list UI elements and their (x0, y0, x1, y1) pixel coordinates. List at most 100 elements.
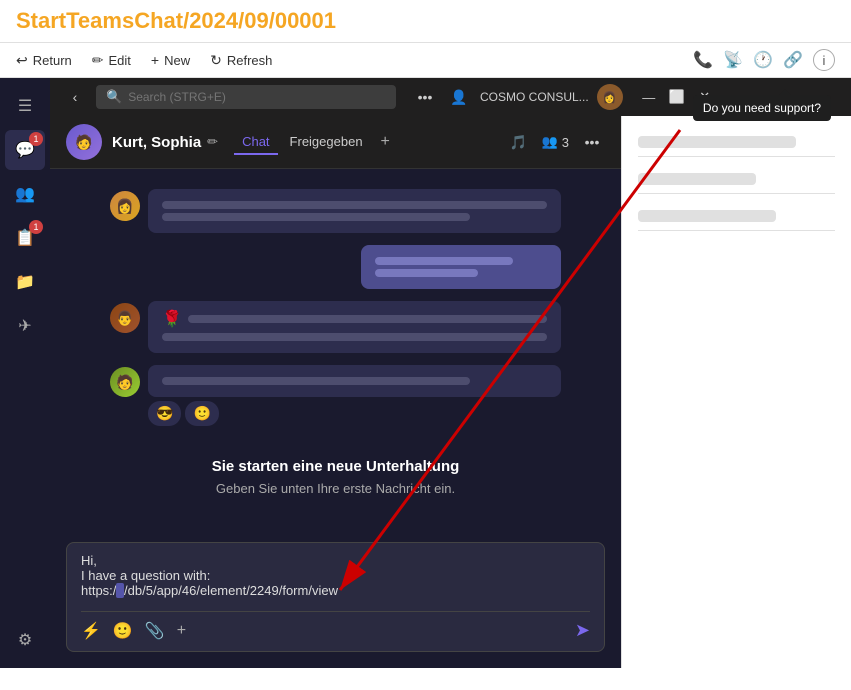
msg-line (188, 315, 547, 323)
search-input[interactable] (128, 90, 386, 104)
sidebar-item-hamburger[interactable]: ☰ (5, 86, 45, 126)
chat-container: 🧑 Kurt, Sophia ✏ Chat Freigegeben + 🎵 👥 (50, 116, 851, 668)
messages-area[interactable]: 👩 (50, 169, 621, 542)
right-field-1-value (638, 136, 796, 148)
sidebar-item-team[interactable]: 👥 (5, 174, 45, 214)
right-field-3 (638, 206, 835, 231)
new-conv-title: Sie starten eine neue Unterhaltung (212, 458, 460, 475)
reaction-row: 😎 🙂 (148, 401, 561, 426)
refresh-button[interactable]: ↻ Refresh (210, 52, 272, 69)
tab-chat[interactable]: Chat (234, 130, 277, 155)
right-panel (621, 116, 851, 668)
refresh-icon: ↻ (210, 52, 222, 69)
return-button[interactable]: ↩ Return (16, 52, 72, 69)
sidebar-item-tasks[interactable]: 1 📋 (5, 218, 45, 258)
msg-bubble-4 (148, 365, 561, 397)
sidebar-item-chat[interactable]: 1 💬 (5, 130, 45, 170)
emoji-sunglasses: 😎 (148, 401, 181, 426)
right-field-1 (638, 132, 835, 157)
chat-header-right: 🎵 👥 3 ••• (506, 129, 605, 155)
chat-header: 🧑 Kurt, Sophia ✏ Chat Freigegeben + 🎵 👥 (50, 116, 621, 169)
support-tooltip: Do you need support? (693, 95, 831, 121)
tab-freigegeben[interactable]: Freigegeben (282, 130, 371, 155)
emoji-button[interactable]: 🙂 (113, 621, 133, 641)
chat-main: 🧑 Kurt, Sophia ✏ Chat Freigegeben + 🎵 👥 (50, 116, 621, 668)
info-icon-button[interactable]: i (813, 49, 835, 71)
page-title: StartTeamsChat/2024/09/00001 (16, 8, 835, 34)
main-layout: ☰ 1 💬 👥 1 📋 📁 ✈ ⚙ (0, 78, 851, 668)
teams-area: ‹ 🔍 ••• 👤 COSMO CONSUL... 👩 — ⬜ ✕ (50, 78, 851, 668)
message-4: 🧑 😎 🙂 (110, 365, 561, 426)
link-icon-button[interactable]: 🔗 (783, 50, 803, 70)
chat-edit-icon[interactable]: ✏ (207, 134, 218, 150)
message-input-area[interactable]: Hi, I have a question with: https:/ /db/… (66, 542, 605, 652)
more-chat-options[interactable]: ••• (579, 129, 605, 155)
search-box[interactable]: 🔍 (96, 85, 396, 109)
msg-avatar-1: 👩 (110, 191, 140, 221)
attachment-button[interactable]: 📎 (145, 621, 165, 641)
new-icon: + (151, 52, 159, 68)
phone-icon-button[interactable]: 📞 (693, 50, 713, 70)
restore-button[interactable]: ⬜ (667, 87, 687, 107)
message-line-2: I have a question with: (81, 568, 590, 583)
toolbar: ↩ Return ✏ Edit + New ↻ Refresh 📞 📡 🕐 🔗 … (0, 43, 851, 78)
new-button[interactable]: + New (151, 52, 190, 68)
right-field-2-value (638, 173, 756, 185)
message-3: 👨 🌹 (110, 301, 561, 353)
participants-count: 👥 3 (542, 134, 569, 150)
msg-bubble-3: 🌹 (148, 301, 561, 353)
msg-with-reactions: 😎 🙂 (148, 365, 561, 426)
more-options-button[interactable]: ••• (412, 84, 438, 110)
tasks-badge: 1 (29, 220, 43, 234)
edit-button[interactable]: ✏ Edit (92, 52, 131, 69)
message-line-1: Hi, (81, 553, 590, 568)
msg-line (162, 201, 547, 209)
url-prefix: https:/ (81, 583, 116, 598)
msg-line (162, 377, 470, 385)
minimize-button[interactable]: — (639, 87, 659, 107)
chat-badge: 1 (29, 132, 43, 146)
cosmo-label: COSMO CONSUL... (480, 90, 589, 104)
message-1: 👩 (110, 189, 561, 233)
right-field-2 (638, 169, 835, 194)
chat-user-avatar: 🧑 (66, 124, 102, 160)
tab-add-button[interactable]: + (375, 131, 396, 153)
msg-bubble-2 (361, 245, 561, 289)
sidebar-item-files[interactable]: 📁 (5, 262, 45, 302)
new-conversation-prompt: Sie starten eine neue Unterhaltung Geben… (212, 458, 460, 496)
msg-bubble-1 (148, 189, 561, 233)
right-field-3-value (638, 210, 776, 222)
message-2 (110, 245, 561, 289)
user-avatar-header: 👩 (597, 84, 623, 110)
chat-tabs: Chat Freigegeben + (234, 130, 396, 155)
lightning-button[interactable]: ⚡ (81, 621, 101, 641)
search-icon: 🔍 (106, 89, 122, 105)
send-button[interactable]: ➤ (575, 620, 590, 641)
url-highlight (116, 583, 124, 598)
audio-icon[interactable]: 🎵 (506, 129, 532, 155)
sidebar-item-settings[interactable]: ⚙ (5, 620, 45, 660)
broadcast-icon-button[interactable]: 📡 (723, 50, 743, 70)
msg-line (162, 213, 470, 221)
title-bar: StartTeamsChat/2024/09/00001 (0, 0, 851, 43)
back-button[interactable]: ‹ (62, 84, 88, 110)
new-conv-sub: Geben Sie unten Ihre erste Nachricht ein… (212, 481, 460, 496)
msg-line (162, 333, 547, 341)
msg-line (375, 269, 478, 277)
message-line-3: https:/ /db/5/app/46/element/2249/form/v… (81, 583, 590, 598)
msg-avatar-4: 🧑 (110, 367, 140, 397)
message-text[interactable]: Hi, I have a question with: https:/ /db/… (81, 553, 590, 603)
chat-user-name: Kurt, Sophia (112, 134, 201, 151)
return-icon: ↩ (16, 52, 28, 69)
emoji-smile: 🙂 (185, 401, 218, 426)
msg-line (375, 257, 513, 265)
input-toolbar: ⚡ 🙂 📎 + ➤ (81, 611, 590, 641)
url-suffix: /db/5/app/46/element/2249/form/view (124, 583, 338, 598)
add-person-button[interactable]: 👤 (446, 84, 472, 110)
clock-icon-button[interactable]: 🕐 (753, 50, 773, 70)
plus-button[interactable]: + (177, 622, 186, 640)
edit-icon: ✏ (92, 52, 104, 69)
sidebar-item-send[interactable]: ✈ (5, 306, 45, 346)
msg-avatar-3: 👨 (110, 303, 140, 333)
left-sidebar: ☰ 1 💬 👥 1 📋 📁 ✈ ⚙ (0, 78, 50, 668)
